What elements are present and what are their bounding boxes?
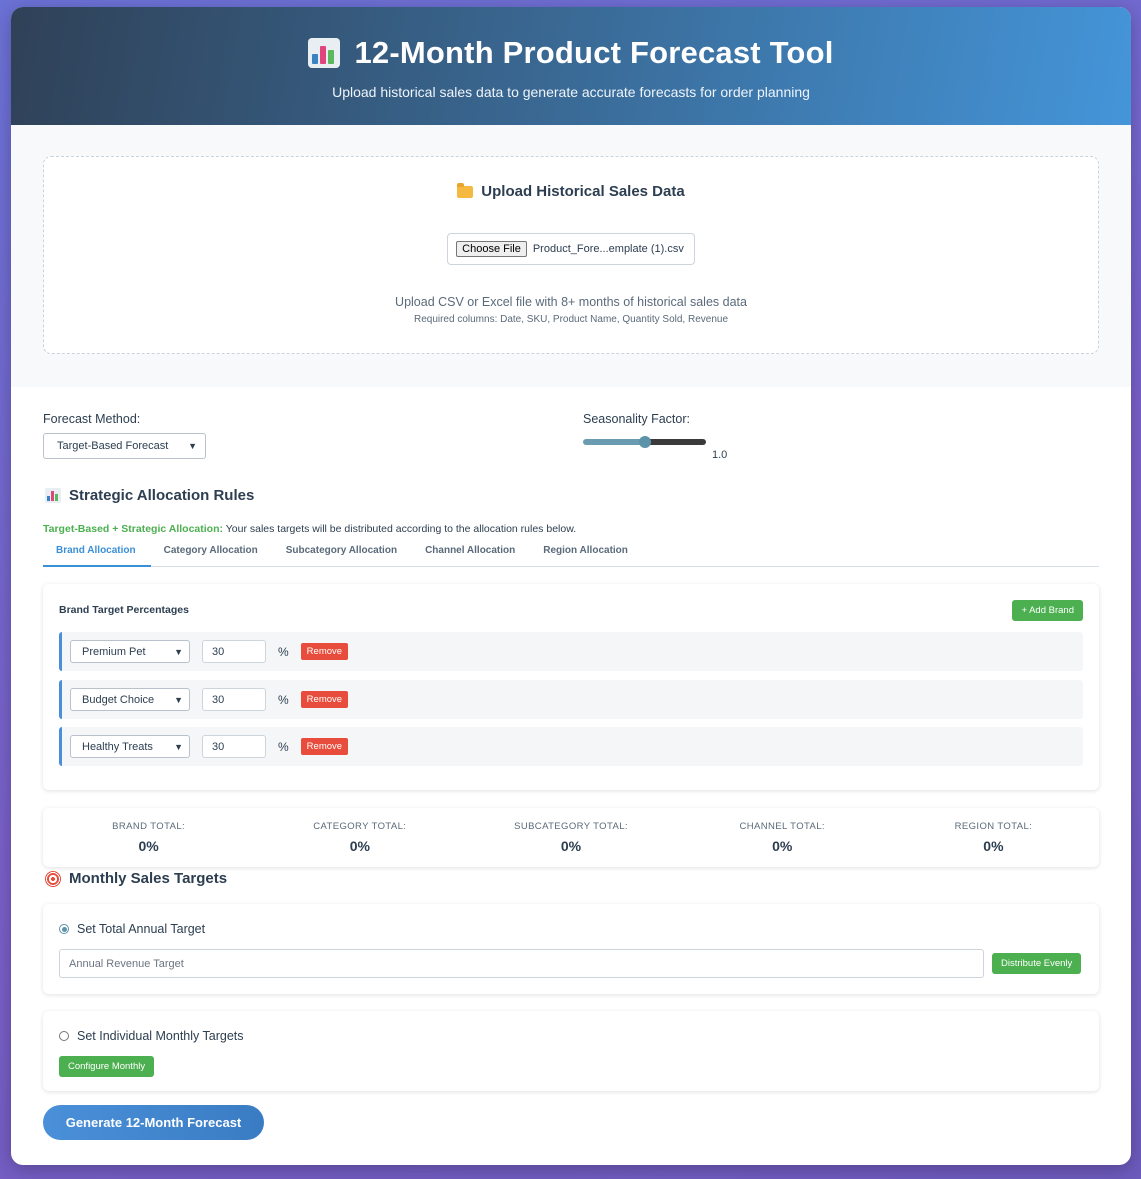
allocation-note: Target-Based + Strategic Allocation: You… xyxy=(43,523,576,535)
total-value: 0% xyxy=(772,838,793,854)
allocation-totals: BRAND TOTAL: 0% CATEGORY TOTAL: 0% SUBCA… xyxy=(43,808,1099,867)
region-total: REGION TOTAL: 0% xyxy=(888,808,1099,867)
strategic-title: Strategic Allocation Rules xyxy=(45,487,254,504)
app-card: 12-Month Product Forecast Tool Upload hi… xyxy=(11,7,1131,1165)
choose-file-button[interactable]: Choose File xyxy=(456,241,527,257)
brand-panel: Brand Target Percentages + Add Brand Pre… xyxy=(43,584,1099,790)
upload-hint: Upload CSV or Excel file with 8+ months … xyxy=(395,295,747,309)
forecast-method-label: Forecast Method: xyxy=(43,412,141,426)
monthly-target-radio[interactable] xyxy=(59,1031,69,1041)
header: 12-Month Product Forecast Tool Upload hi… xyxy=(11,7,1131,125)
bar-chart-icon xyxy=(308,38,341,68)
monthly-target-panel: Set Individual Monthly Targets Configure… xyxy=(43,1011,1099,1091)
allocation-note-text: Your sales targets will be distributed a… xyxy=(223,523,577,535)
brand-select-value: Budget Choice xyxy=(82,693,155,706)
category-total: CATEGORY TOTAL: 0% xyxy=(254,808,465,867)
allocation-tabs: Brand Allocation Category Allocation Sub… xyxy=(43,537,1099,567)
monthly-targets-title-text: Monthly Sales Targets xyxy=(69,870,228,887)
monthly-target-label: Set Individual Monthly Targets xyxy=(77,1029,244,1043)
total-label: REGION TOTAL: xyxy=(954,821,1033,832)
chevron-down-icon: ▼ xyxy=(174,694,183,705)
total-value: 0% xyxy=(983,838,1004,854)
upload-title: Upload Historical Sales Data xyxy=(44,182,1098,200)
remove-brand-button[interactable]: Remove xyxy=(300,738,349,755)
percent-sign: % xyxy=(278,644,289,659)
file-input[interactable]: Choose File Product_Fore...emplate (1).c… xyxy=(447,233,695,265)
brand-select[interactable]: Premium Pet ▼ xyxy=(70,640,190,663)
total-label: SUBCATEGORY TOTAL: xyxy=(514,821,628,832)
brand-percent-input[interactable]: 30 xyxy=(202,735,266,758)
controls: Forecast Method: Target-Based Forecast ▼… xyxy=(43,412,1099,1091)
chevron-down-icon: ▼ xyxy=(174,646,183,657)
total-value: 0% xyxy=(560,838,582,854)
generate-forecast-button[interactable]: Generate 12-Month Forecast xyxy=(43,1105,264,1140)
file-name: Product_Fore...emplate (1).csv xyxy=(532,243,684,255)
seasonality-control: Seasonality Factor: 1.0 xyxy=(583,412,727,461)
remove-brand-button[interactable]: Remove xyxy=(300,643,349,660)
seasonality-slider[interactable] xyxy=(583,436,706,448)
brand-select-value: Premium Pet xyxy=(82,645,146,658)
page-title-text: 12-Month Product Forecast Tool xyxy=(354,35,834,70)
remove-brand-button[interactable]: Remove xyxy=(300,691,349,708)
strategic-title-text: Strategic Allocation Rules xyxy=(69,487,255,504)
chevron-down-icon: ▼ xyxy=(174,741,183,752)
upload-required-columns: Required columns: Date, SKU, Product Nam… xyxy=(413,314,729,325)
channel-total: CHANNEL TOTAL: 0% xyxy=(677,808,888,867)
annual-target-label: Set Total Annual Target xyxy=(77,922,206,936)
bar-chart-icon xyxy=(45,488,61,503)
seasonality-label: Seasonality Factor: xyxy=(583,412,690,426)
brand-select-value: Healthy Treats xyxy=(82,740,153,753)
monthly-target-option[interactable]: Set Individual Monthly Targets xyxy=(59,1029,244,1043)
monthly-targets-title: Monthly Sales Targets xyxy=(45,870,227,887)
total-label: CHANNEL TOTAL: xyxy=(739,821,825,832)
brand-percent-input[interactable]: 30 xyxy=(202,688,266,711)
brand-total: BRAND TOTAL: 0% xyxy=(43,808,254,867)
total-label: BRAND TOTAL: xyxy=(112,821,186,832)
configure-monthly-button[interactable]: Configure Monthly xyxy=(59,1056,155,1077)
tab-subcategory-allocation[interactable]: Subcategory Allocation xyxy=(273,537,412,567)
percent-sign: % xyxy=(278,692,289,707)
brand-select[interactable]: Healthy Treats ▼ xyxy=(70,735,190,758)
tab-region-allocation[interactable]: Region Allocation xyxy=(530,537,643,567)
brand-percent-input[interactable]: 30 xyxy=(202,640,266,663)
chevron-down-icon: ▼ xyxy=(188,441,197,451)
subcategory-total: SUBCATEGORY TOTAL: 0% xyxy=(465,808,676,867)
slider-thumb[interactable] xyxy=(638,436,651,448)
total-value: 0% xyxy=(349,838,370,854)
upload-section: Upload Historical Sales Data Choose File… xyxy=(11,125,1131,387)
folder-icon xyxy=(457,182,474,198)
forecast-method-value: Target-Based Forecast xyxy=(57,440,169,452)
brand-row: Premium Pet ▼ 30 % Remove xyxy=(59,632,1083,671)
percent-sign: % xyxy=(278,739,289,754)
tab-brand-allocation[interactable]: Brand Allocation xyxy=(43,537,151,567)
upload-title-text: Upload Historical Sales Data xyxy=(481,183,685,200)
annual-target-option[interactable]: Set Total Annual Target xyxy=(59,922,205,936)
total-label: CATEGORY TOTAL: xyxy=(313,821,407,832)
seasonality-value: 1.0 xyxy=(712,449,728,461)
upload-dropzone[interactable]: Upload Historical Sales Data Choose File… xyxy=(43,156,1099,354)
annual-target-radio[interactable] xyxy=(59,924,69,934)
total-value: 0% xyxy=(138,838,159,854)
page-subtitle: Upload historical sales data to generate… xyxy=(332,84,810,100)
allocation-note-bold: Target-Based + Strategic Allocation: xyxy=(43,523,223,535)
tab-channel-allocation[interactable]: Channel Allocation xyxy=(412,537,530,567)
annual-target-panel: Set Total Annual Target Annual Revenue T… xyxy=(43,904,1099,994)
distribute-evenly-button[interactable]: Distribute Evenly xyxy=(992,953,1082,974)
tab-category-allocation[interactable]: Category Allocation xyxy=(151,537,273,567)
target-icon xyxy=(45,870,61,887)
forecast-method-select[interactable]: Target-Based Forecast ▼ xyxy=(43,433,206,459)
add-brand-button[interactable]: + Add Brand xyxy=(1012,600,1083,621)
brand-select[interactable]: Budget Choice ▼ xyxy=(70,688,190,711)
brand-row: Budget Choice ▼ 30 % Remove xyxy=(59,680,1083,719)
annual-revenue-input[interactable]: Annual Revenue Target xyxy=(59,949,984,978)
brand-panel-title: Brand Target Percentages xyxy=(59,604,189,616)
brand-row: Healthy Treats ▼ 30 % Remove xyxy=(59,727,1083,766)
page-title: 12-Month Product Forecast Tool xyxy=(11,35,1131,71)
